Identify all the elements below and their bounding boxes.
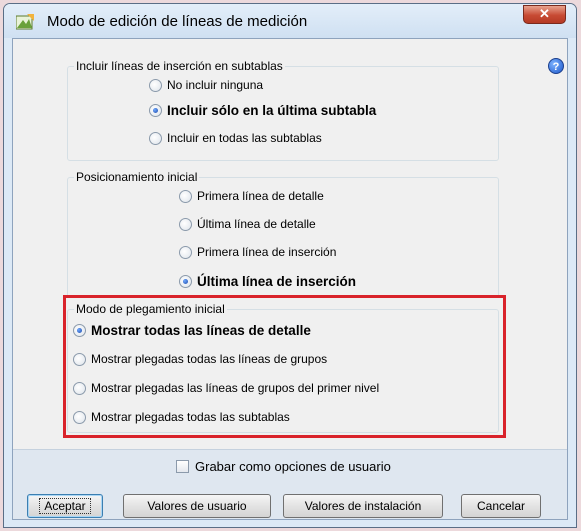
close-button[interactable]: ✕ — [523, 5, 566, 24]
radio-circle — [179, 245, 192, 259]
radio-circle — [149, 131, 162, 145]
group-insert-lines-label: Incluir líneas de inserción en subtablas — [74, 59, 285, 73]
checkbox-label: Grabar como opciones de usuario — [195, 459, 391, 474]
app-icon — [16, 14, 34, 30]
radio-circle — [179, 189, 192, 203]
checkbox-box — [176, 460, 189, 473]
radio-label: Incluir sólo en la última subtabla — [167, 103, 377, 118]
radio-ultima-insercion[interactable]: Última línea de inserción — [179, 274, 356, 289]
save-user-options-checkbox[interactable]: Grabar como opciones de usuario — [176, 459, 391, 474]
radio-ultima-detalle[interactable]: Última línea de detalle — [179, 217, 316, 231]
accept-button[interactable]: Aceptar — [27, 494, 103, 518]
radio-primera-detalle[interactable]: Primera línea de detalle — [179, 189, 324, 203]
help-icon[interactable]: ? — [548, 58, 564, 74]
radio-circle — [149, 78, 162, 92]
radio-circle-checked — [179, 275, 192, 288]
dialog-window: Modo de edición de líneas de medición ✕ … — [3, 3, 577, 528]
cancel-button[interactable]: Cancelar — [461, 494, 541, 518]
radio-primera-insercion[interactable]: Primera línea de inserción — [179, 245, 336, 259]
radio-label: Última línea de inserción — [197, 274, 357, 289]
user-values-button[interactable]: Valores de usuario — [123, 494, 271, 518]
radio-incluir-ultima[interactable]: Incluir sólo en la última subtabla — [149, 103, 376, 118]
radio-label: Última línea de detalle — [197, 217, 316, 231]
radio-label: Primera línea de detalle — [197, 189, 324, 203]
dialog-body: ? Incluir líneas de inserción en subtabl… — [12, 38, 568, 520]
radio-no-incluir[interactable]: No incluir ninguna — [149, 78, 263, 92]
close-icon: ✕ — [539, 6, 550, 21]
highlight-annotation — [63, 295, 506, 438]
radio-label: Incluir en todas las subtablas — [167, 131, 322, 145]
title-bar[interactable]: Modo de edición de líneas de medición ✕ — [4, 4, 576, 38]
install-values-button[interactable]: Valores de instalación — [283, 494, 443, 518]
radio-circle-checked — [149, 104, 162, 117]
radio-label: No incluir ninguna — [167, 78, 264, 92]
group-initial-position-label: Posicionamiento inicial — [74, 170, 200, 184]
window-title: Modo de edición de líneas de medición — [47, 13, 308, 30]
radio-circle — [179, 217, 192, 231]
radio-label: Primera línea de inserción — [197, 245, 337, 259]
radio-incluir-todas[interactable]: Incluir en todas las subtablas — [149, 131, 322, 145]
